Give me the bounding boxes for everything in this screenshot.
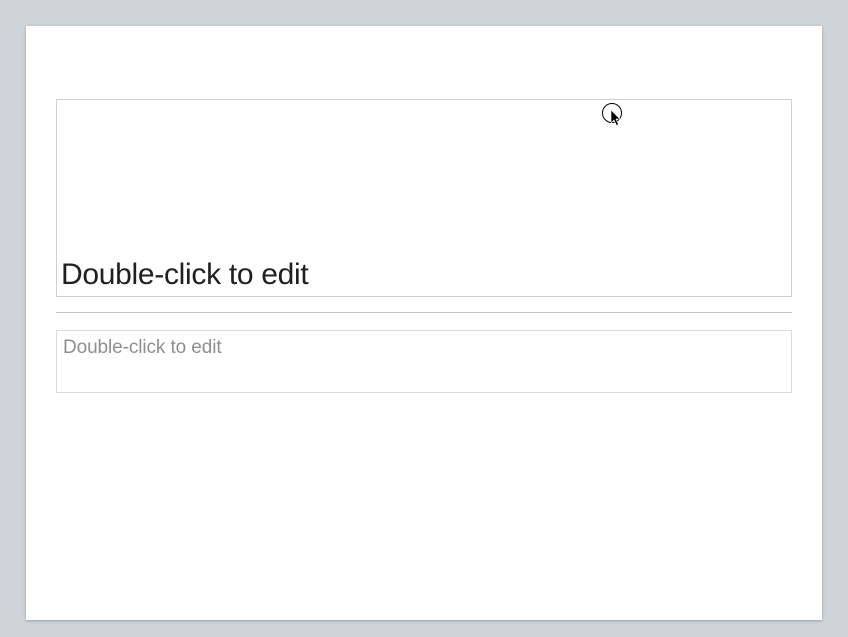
body-placeholder-text: Double-click to edit [63, 337, 222, 358]
slide-canvas: Double-click to edit Double-click to edi… [26, 26, 822, 620]
title-divider [56, 312, 792, 313]
body-placeholder-box[interactable]: Double-click to edit [56, 330, 792, 393]
title-placeholder-box[interactable]: Double-click to edit [56, 99, 792, 297]
title-placeholder-text: Double-click to edit [61, 258, 308, 292]
